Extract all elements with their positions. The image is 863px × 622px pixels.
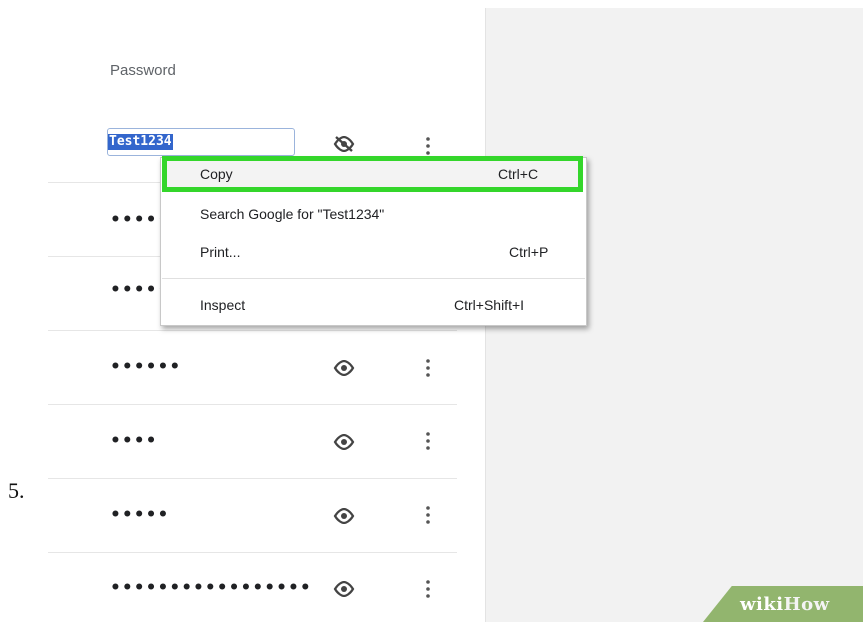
wikihow-part1: wiki: [740, 594, 784, 615]
wikihow-logo-text: wikiHow: [740, 594, 830, 615]
eye-slash-icon[interactable]: [333, 136, 355, 152]
masked-password: ••••••: [110, 357, 182, 377]
masked-password: •••••: [110, 505, 170, 525]
row-divider: [48, 552, 457, 553]
more-vertical-icon[interactable]: [423, 505, 433, 525]
eye-icon[interactable]: [333, 581, 355, 597]
eye-icon[interactable]: [333, 434, 355, 450]
password-column-header: Password: [110, 62, 176, 79]
more-vertical-icon[interactable]: [423, 136, 433, 156]
more-vertical-icon[interactable]: [423, 358, 433, 378]
step-number: 5.: [8, 478, 25, 503]
copy-label[interactable]: Copy: [200, 165, 233, 183]
more-vertical-icon[interactable]: [423, 579, 433, 599]
selected-password-text[interactable]: Test1234: [108, 134, 173, 150]
row-divider: [48, 478, 457, 479]
row-divider: [48, 404, 457, 405]
masked-password: •••••••••••••••••: [110, 578, 312, 598]
eye-icon[interactable]: [333, 508, 355, 524]
inspect-item[interactable]: Inspect: [200, 296, 245, 314]
more-vertical-icon[interactable]: [423, 431, 433, 451]
inspect-shortcut: Ctrl+Shift+I: [454, 297, 525, 313]
search-google-item[interactable]: Search Google for "Test1234": [200, 205, 384, 223]
print-shortcut: Ctrl+P: [509, 244, 549, 260]
row-divider: [48, 330, 457, 331]
print-item[interactable]: Print...: [200, 243, 240, 261]
wikihow-part2: How: [783, 594, 830, 615]
copy-shortcut: Ctrl+C: [498, 166, 539, 182]
context-menu-divider: [162, 278, 585, 279]
eye-icon[interactable]: [333, 360, 355, 376]
masked-password: ••••: [110, 431, 158, 451]
